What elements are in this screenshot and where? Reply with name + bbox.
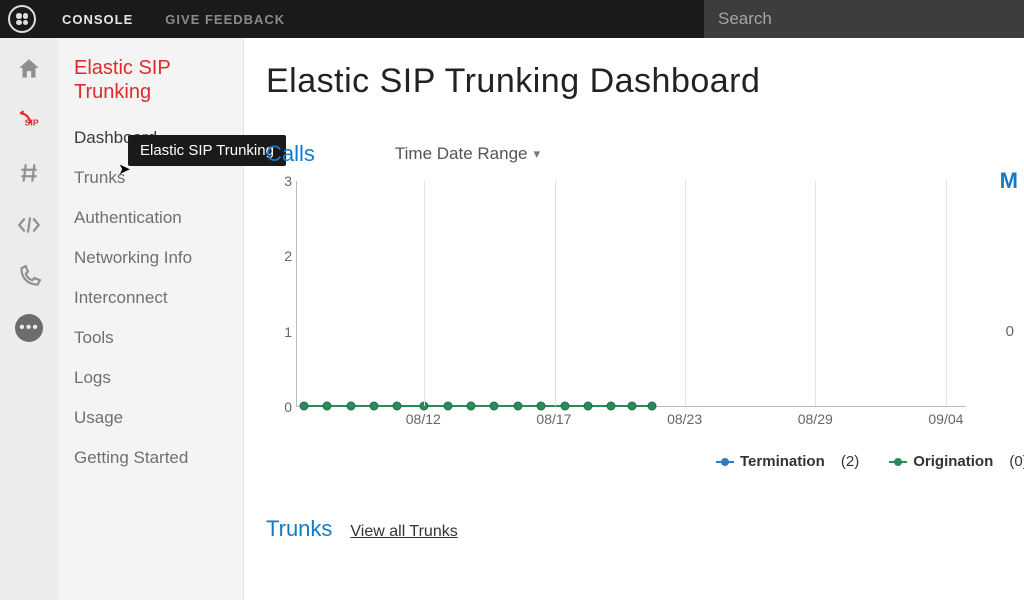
- sidebar-item-networking-info[interactable]: Networking Info: [58, 238, 243, 278]
- chevron-down-icon: ▾: [534, 146, 541, 162]
- view-all-trunks-link[interactable]: View all Trunks: [350, 523, 457, 541]
- data-point: [490, 402, 499, 411]
- sidebar-item-usage[interactable]: Usage: [58, 398, 243, 438]
- sidebar: Elastic SIP Trunking DashboardTrunksAuth…: [58, 38, 244, 600]
- grid-line: [424, 181, 425, 406]
- data-point: [627, 402, 636, 411]
- data-point: [560, 402, 569, 411]
- data-point: [584, 402, 593, 411]
- x-tick: 08/17: [536, 411, 571, 427]
- svg-text:SIP: SIP: [25, 117, 39, 127]
- home-icon[interactable]: [14, 54, 44, 84]
- data-point: [443, 402, 452, 411]
- data-point: [393, 402, 402, 411]
- sidebar-item-trunks[interactable]: Trunks: [58, 158, 243, 198]
- time-range-label: Time Date Range: [395, 144, 528, 164]
- sidebar-item-getting-started[interactable]: Getting Started: [58, 438, 243, 478]
- console-link[interactable]: CONSOLE: [46, 12, 149, 27]
- icon-rail: SIP •••: [0, 38, 58, 600]
- code-icon[interactable]: [14, 210, 44, 240]
- calls-chart: 0 1 2 3 08/12 08/17 08/23 08/29 09/04: [266, 175, 966, 435]
- feedback-link[interactable]: GIVE FEEDBACK: [149, 12, 301, 27]
- search-input[interactable]: [704, 0, 1024, 38]
- legend-swatch-origination: [889, 461, 907, 463]
- sidebar-item-tools[interactable]: Tools: [58, 318, 243, 358]
- data-point: [513, 402, 522, 411]
- right-chart-zero: 0: [1006, 323, 1014, 340]
- grid-line: [685, 181, 686, 406]
- y-tick: 1: [266, 324, 292, 340]
- hash-icon[interactable]: [14, 158, 44, 188]
- sidebar-title[interactable]: Elastic SIP Trunking: [58, 56, 243, 118]
- chart-legend: Termination (2) Origination (0): [716, 453, 1024, 470]
- y-tick: 0: [266, 399, 292, 415]
- sidebar-item-authentication[interactable]: Authentication: [58, 198, 243, 238]
- more-icon[interactable]: •••: [15, 314, 43, 342]
- data-point: [466, 402, 475, 411]
- legend-origination[interactable]: Origination (0): [889, 453, 1024, 470]
- data-point: [607, 402, 616, 411]
- data-point: [299, 402, 308, 411]
- x-tick: 08/12: [406, 411, 441, 427]
- x-tick: 08/23: [667, 411, 702, 427]
- trunks-section-title: Trunks: [266, 516, 332, 542]
- x-tick: 08/29: [798, 411, 833, 427]
- sidebar-item-dashboard[interactable]: Dashboard: [58, 118, 243, 158]
- x-tick: 09/04: [928, 411, 963, 427]
- brand-logo[interactable]: [8, 5, 36, 33]
- top-bar: CONSOLE GIVE FEEDBACK: [0, 0, 1024, 38]
- series-line-origination: [304, 405, 652, 407]
- legend-swatch-termination: [716, 461, 734, 463]
- sidebar-item-interconnect[interactable]: Interconnect: [58, 278, 243, 318]
- sip-icon[interactable]: SIP: [14, 106, 44, 136]
- grid-line: [946, 181, 947, 406]
- page-title: Elastic SIP Trunking Dashboard: [266, 62, 1024, 101]
- data-point: [346, 402, 355, 411]
- calls-section-title: Calls: [266, 141, 315, 167]
- legend-termination[interactable]: Termination (2): [716, 453, 859, 470]
- y-tick: 3: [266, 173, 292, 189]
- grid-line: [815, 181, 816, 406]
- y-tick: 2: [266, 248, 292, 264]
- main-content: Elastic SIP Trunking Dashboard M 0 Calls…: [244, 38, 1024, 600]
- data-point: [369, 402, 378, 411]
- data-point: [647, 402, 656, 411]
- right-chart-letter: M: [1000, 168, 1018, 194]
- data-point: [537, 402, 546, 411]
- grid-line: [555, 181, 556, 406]
- phone-icon[interactable]: [14, 262, 44, 292]
- sidebar-item-logs[interactable]: Logs: [58, 358, 243, 398]
- search-box[interactable]: [704, 0, 1024, 38]
- time-range-select[interactable]: Time Date Range ▾: [395, 144, 540, 164]
- data-point: [323, 402, 332, 411]
